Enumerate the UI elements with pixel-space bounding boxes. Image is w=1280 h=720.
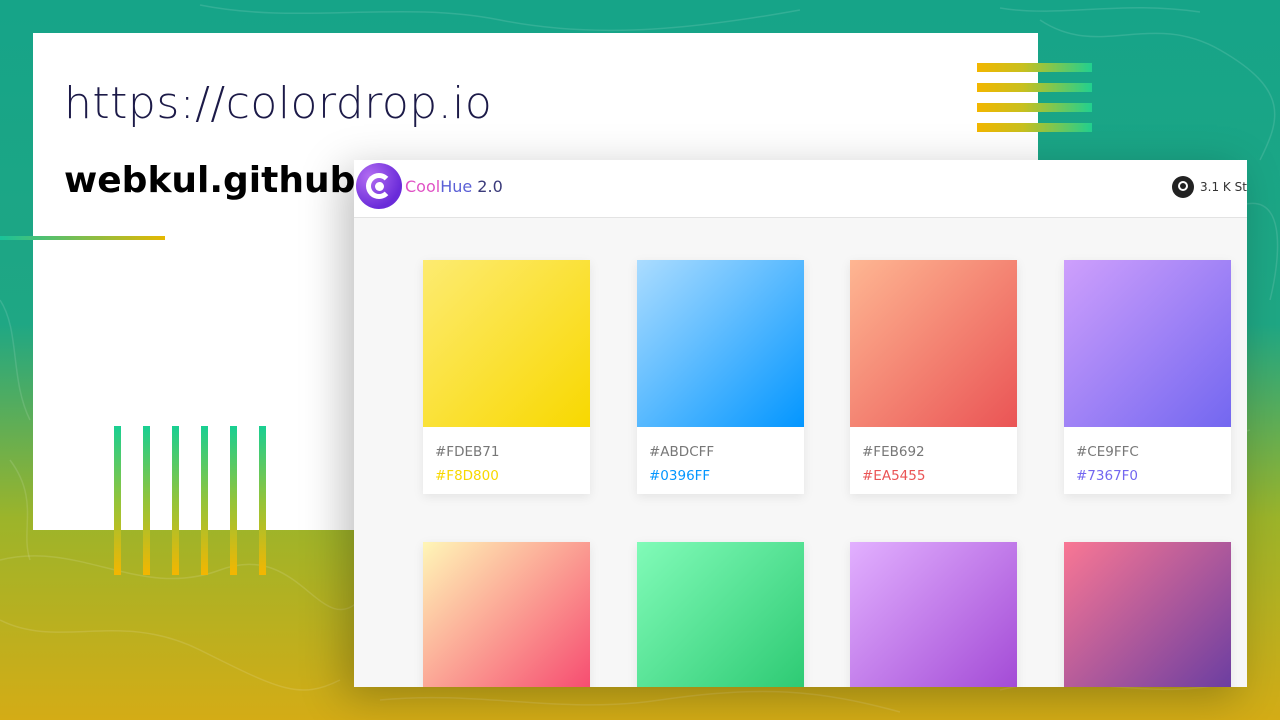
brand-part-cool: Cool: [405, 177, 441, 196]
decor-bar: [201, 426, 208, 575]
coolhue-app-screenshot: CoolHue 2.0 3.1 K St #FDEB71 #F8D800 #ABDC…: [354, 160, 1247, 687]
decor-bar: [143, 426, 150, 575]
decor-bar: [172, 426, 179, 575]
palette-card[interactable]: #FEB692 #EA5455: [850, 260, 1017, 494]
brand-version: 2.0: [472, 177, 503, 196]
palette-card[interactable]: [1064, 542, 1231, 687]
gradient-swatch[interactable]: [423, 542, 590, 687]
gradient-swatch[interactable]: [850, 260, 1017, 427]
gradient-swatch[interactable]: [637, 260, 804, 427]
gradient-swatch[interactable]: [1064, 260, 1231, 427]
brand-name[interactable]: CoolHue 2.0: [405, 177, 503, 196]
palette-card[interactable]: #FDEB71 #F8D800: [423, 260, 590, 494]
palette-card[interactable]: [850, 542, 1017, 687]
coolhue-logo-icon[interactable]: [356, 163, 402, 209]
gradient-swatch[interactable]: [423, 260, 590, 427]
color-code-end[interactable]: #0396FF: [649, 464, 792, 488]
palette-card[interactable]: [637, 542, 804, 687]
color-codes: #CE9FFC #7367F0: [1064, 427, 1231, 488]
github-stars-count: 3.1 K St: [1200, 180, 1247, 194]
logo-dot: [375, 182, 384, 191]
color-code-start[interactable]: #ABDCFF: [649, 440, 792, 464]
decor-bar: [977, 123, 1092, 132]
decor-bar: [977, 63, 1092, 72]
gradient-swatch[interactable]: [1064, 542, 1231, 687]
color-code-start[interactable]: #FEB692: [862, 440, 1005, 464]
decorative-vertical-bars: [114, 426, 266, 575]
decor-bar: [114, 426, 121, 575]
palette-card[interactable]: [423, 542, 590, 687]
color-code-end[interactable]: #EA5455: [862, 464, 1005, 488]
gradient-swatch[interactable]: [850, 542, 1017, 687]
color-codes: #ABDCFF #0396FF: [637, 427, 804, 488]
color-codes: #FDEB71 #F8D800: [423, 427, 590, 488]
decorative-horizontal-bars: [977, 63, 1092, 143]
gradient-swatch[interactable]: [637, 542, 804, 687]
color-code-end[interactable]: #7367F0: [1076, 464, 1219, 488]
github-stars-link[interactable]: 3.1 K St: [1172, 176, 1247, 198]
decor-bar: [230, 426, 237, 575]
palette-card[interactable]: #CE9FFC #7367F0: [1064, 260, 1231, 494]
github-icon: [1172, 176, 1194, 198]
decor-bar: [977, 103, 1092, 112]
brand-part-hue: Hue: [440, 177, 473, 196]
color-code-end[interactable]: #F8D800: [435, 464, 578, 488]
color-codes: #FEB692 #EA5455: [850, 427, 1017, 488]
color-code-start[interactable]: #CE9FFC: [1076, 440, 1219, 464]
decor-bar: [977, 83, 1092, 92]
color-code-start[interactable]: #FDEB71: [435, 440, 578, 464]
url-title: https://colordrop.io: [64, 78, 493, 129]
app-header: CoolHue 2.0 3.1 K St: [354, 160, 1247, 218]
accent-underline: [0, 236, 165, 240]
palette-card[interactable]: #ABDCFF #0396FF: [637, 260, 804, 494]
decor-bar: [259, 426, 266, 575]
slide-subtitle: webkul.github: [64, 160, 356, 201]
